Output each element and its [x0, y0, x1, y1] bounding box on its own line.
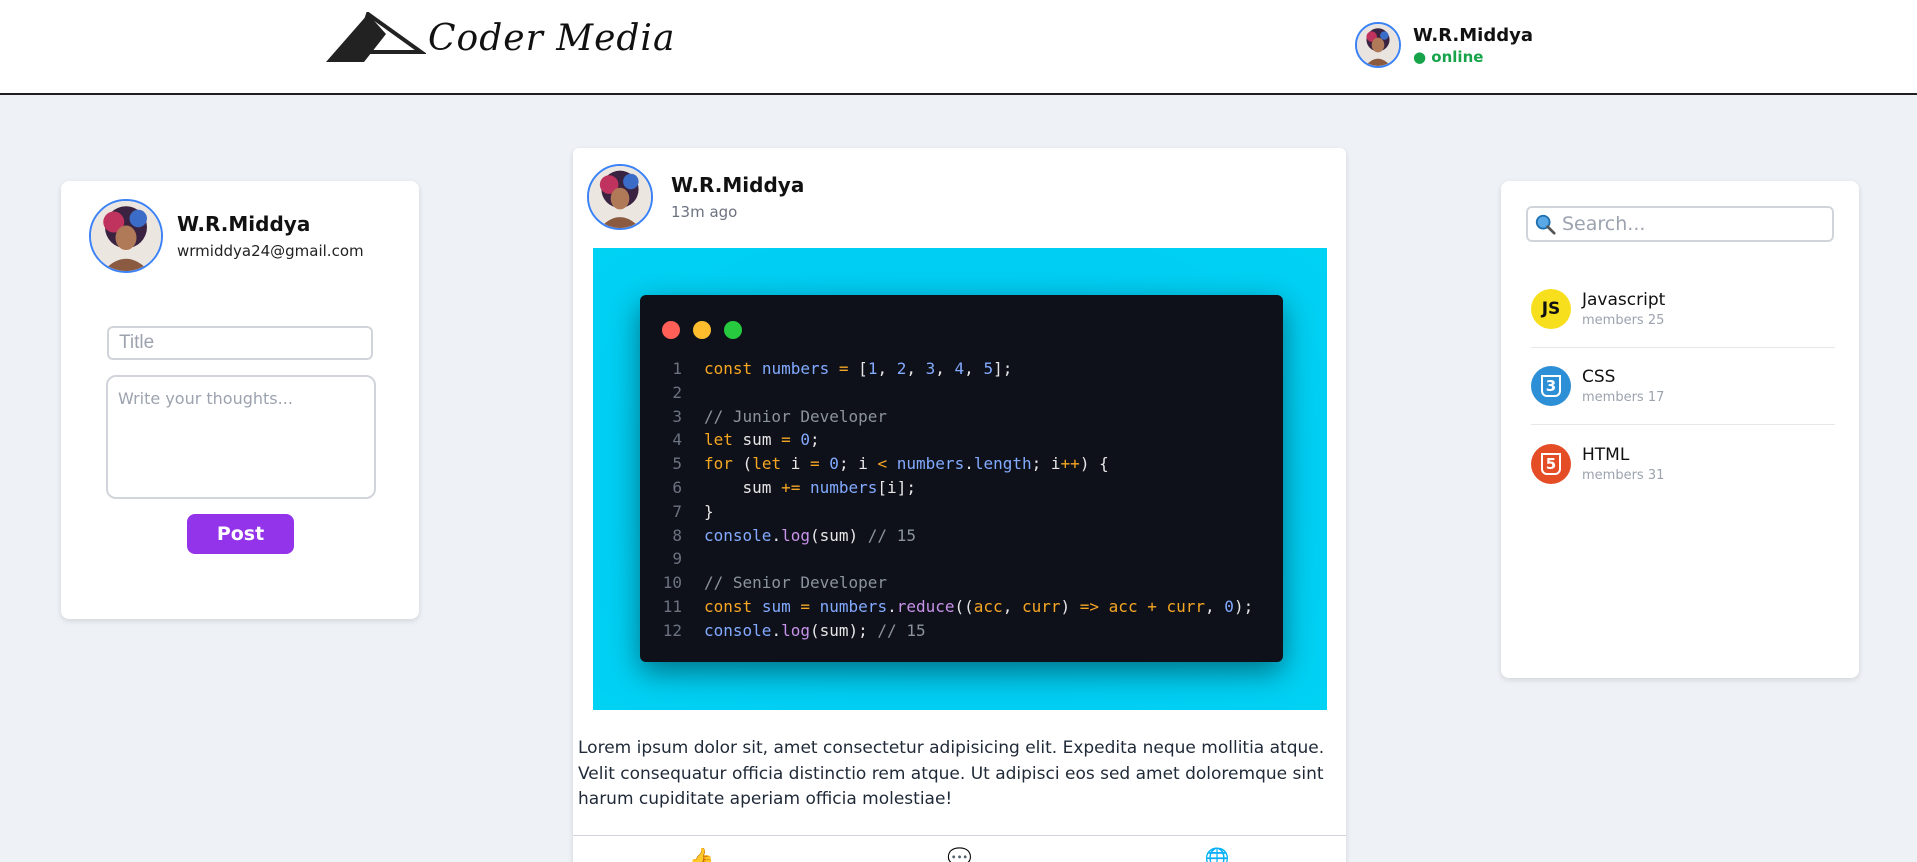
search-icon	[1535, 214, 1556, 235]
groups-sidebar: JS Javascript members 25 3 CSS members 1…	[1501, 181, 1859, 678]
profile-name: W.R.Middya	[177, 212, 311, 236]
line-number: 6	[672, 477, 682, 497]
maximize-dot-icon	[724, 321, 742, 339]
post-body-textarea[interactable]	[106, 375, 376, 499]
group-name: CSS	[1582, 367, 1616, 387]
post-timestamp: 13m ago	[671, 203, 738, 221]
share-icon[interactable]: 🌐	[1205, 846, 1230, 862]
group-name: HTML	[1582, 444, 1630, 465]
online-status: ● online	[1413, 47, 1484, 66]
code-line: for (let i = 0; i < numbers.length; i++)…	[704, 454, 1109, 474]
html-icon: 5	[1531, 443, 1571, 484]
group-list: JS Javascript members 25 3 CSS members 1…	[1531, 271, 1835, 502]
line-number: 3	[672, 406, 682, 426]
post-button[interactable]: Post	[187, 514, 294, 554]
code-line: // Senior Developer	[704, 573, 888, 593]
code-snippet-window: 1 const numbers = [1, 2, 3, 4, 5]; 2 3 // …	[640, 295, 1283, 662]
user-photo-icon	[91, 201, 161, 271]
window-controls	[662, 321, 742, 339]
line-number: 10	[662, 573, 682, 593]
search-box[interactable]	[1526, 206, 1834, 242]
code-line: console.log(sum) // 15	[704, 525, 916, 545]
group-members: members 17	[1582, 390, 1665, 405]
post-body-text: Lorem ipsum dolor sit, amet consectetur …	[578, 738, 1325, 809]
group-name: Javascript	[1582, 290, 1666, 310]
line-number: 11	[662, 596, 682, 616]
line-number: 8	[672, 525, 682, 545]
post-image[interactable]: 1 const numbers = [1, 2, 3, 4, 5]; 2 3 // …	[593, 248, 1327, 710]
profile-card: W.R.Middya wrmiddya24@gmail.com Post	[61, 181, 419, 619]
line-number: 12	[662, 620, 682, 640]
like-icon[interactable]: 👍	[689, 846, 714, 862]
post-author[interactable]: W.R.Middya	[671, 173, 804, 197]
line-number: 2	[672, 382, 682, 402]
css-badge: 3	[1540, 375, 1562, 397]
code-line: const numbers = [1, 2, 3, 4, 5];	[704, 359, 1013, 378]
css-icon: 3	[1531, 366, 1571, 406]
logo-text: Coder Media	[428, 17, 676, 59]
list-item[interactable]: 3 CSS members 17	[1531, 348, 1835, 425]
line-number: 5	[672, 454, 682, 474]
code-line: let sum = 0;	[704, 430, 820, 450]
list-item[interactable]: 5 HTML members 31	[1531, 425, 1835, 502]
profile-email: wrmiddya24@gmail.com	[177, 242, 364, 260]
user-photo-icon	[1357, 24, 1399, 66]
list-item[interactable]: JS Javascript members 25	[1531, 271, 1835, 348]
minimize-dot-icon	[693, 321, 711, 339]
line-number: 7	[672, 501, 682, 521]
user-photo-icon	[589, 166, 651, 228]
search-input[interactable]	[1562, 213, 1832, 235]
code-block: 1 const numbers = [1, 2, 3, 4, 5]; 2 3 // …	[640, 357, 1283, 643]
post-header: W.R.Middya 13m ago	[587, 164, 804, 230]
close-dot-icon	[662, 321, 680, 339]
avatar[interactable]	[587, 164, 653, 230]
group-members: members 25	[1582, 313, 1665, 328]
avatar[interactable]	[1355, 22, 1401, 68]
line-number: 4	[672, 430, 682, 450]
code-line: }	[704, 501, 714, 521]
code-line: sum += numbers[i];	[704, 477, 916, 497]
logo-mountain-icon	[326, 12, 426, 62]
js-icon: JS	[1531, 289, 1571, 329]
group-members: members 31	[1582, 467, 1665, 483]
comment-icon[interactable]: 💬	[947, 846, 972, 862]
line-number: 9	[672, 549, 682, 569]
line-number: 1	[672, 359, 682, 378]
current-user-name: W.R.Middya	[1413, 24, 1533, 46]
code-line: // Junior Developer	[704, 406, 888, 426]
avatar[interactable]	[89, 199, 163, 273]
feed-post: W.R.Middya 13m ago 1 const numbers = [1, …	[573, 148, 1346, 862]
code-line: console.log(sum); // 15	[704, 620, 926, 640]
logo[interactable]: Coder Media	[326, 12, 675, 64]
profile-summary: W.R.Middya wrmiddya24@gmail.com	[89, 199, 364, 273]
html-badge: 5	[1540, 452, 1562, 475]
code-line: const sum = numbers.reduce((acc, curr) =…	[704, 596, 1254, 616]
post-actions-bar: 👍 💬 🌐	[573, 835, 1346, 862]
current-user-chip[interactable]: W.R.Middya ● online	[1355, 22, 1533, 68]
post-title-input[interactable]	[107, 326, 373, 360]
top-navbar: Coder Media W.R.Middya ● online	[0, 0, 1917, 95]
js-badge: JS	[1541, 299, 1561, 319]
